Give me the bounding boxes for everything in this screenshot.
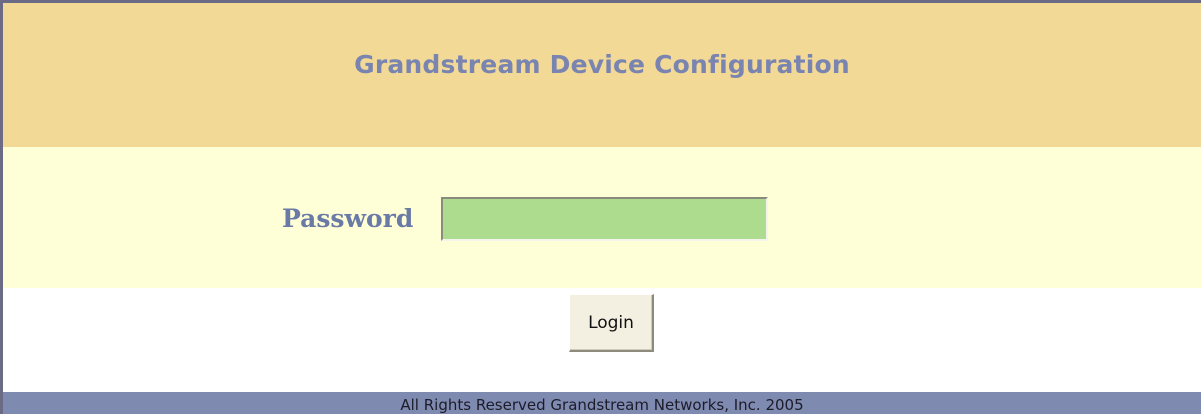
page-title: Grandstream Device Configuration: [354, 50, 850, 79]
login-button-row: Login: [3, 288, 1201, 392]
page-header: Grandstream Device Configuration: [3, 3, 1201, 147]
password-row: Password: [3, 147, 1201, 288]
login-button[interactable]: Login: [569, 294, 654, 352]
password-label: Password: [282, 204, 414, 233]
copyright-text: All Rights Reserved Grandstream Networks…: [400, 396, 804, 414]
password-field[interactable]: [441, 197, 768, 241]
login-page: Grandstream Device Configuration Passwor…: [0, 0, 1201, 414]
page-footer: All Rights Reserved Grandstream Networks…: [3, 392, 1201, 414]
